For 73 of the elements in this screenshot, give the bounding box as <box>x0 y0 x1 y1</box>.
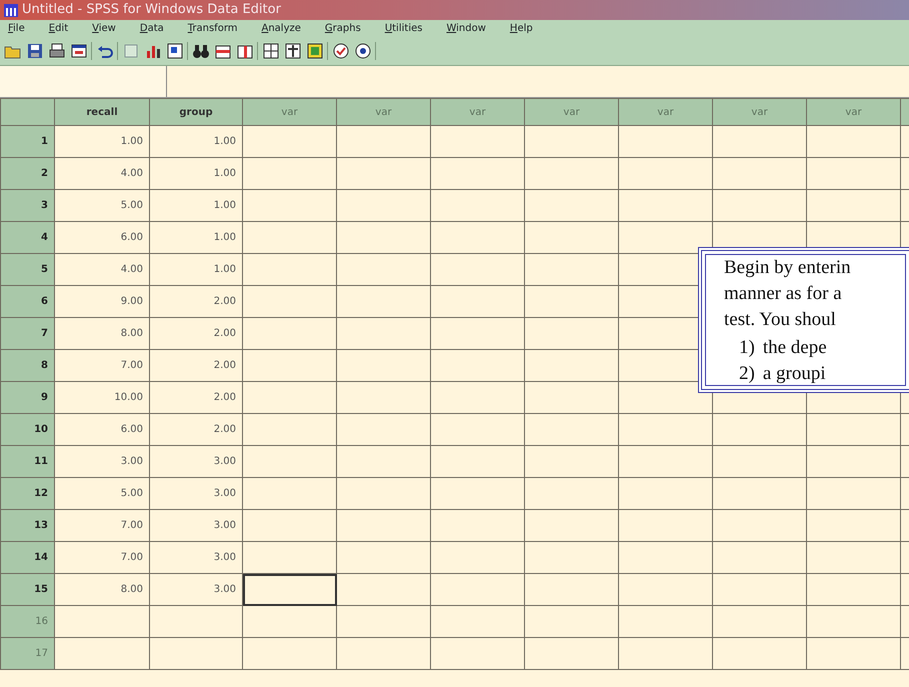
row-header[interactable]: 14 <box>0 542 54 574</box>
menu-item[interactable]: Help <box>506 20 537 37</box>
callout-text: manner as for a <box>724 282 843 306</box>
table-cell[interactable]: 3.00 <box>150 510 242 542</box>
row-header[interactable]: 3 <box>0 190 54 222</box>
table-cell[interactable]: 3.00 <box>54 446 150 478</box>
menu-item[interactable]: Edit <box>44 20 72 37</box>
table-cell[interactable]: 1.00 <box>150 158 242 190</box>
app-icon <box>4 4 18 16</box>
row-header[interactable]: 10 <box>0 414 54 446</box>
list-text: the depe <box>762 336 827 360</box>
row-header[interactable]: 2 <box>0 158 54 190</box>
table-cell[interactable]: 10.00 <box>54 382 150 414</box>
row-header[interactable]: 12 <box>0 478 54 510</box>
window-title: Untitled - SPSS for Windows Data Editor <box>22 1 281 19</box>
row-header[interactable]: 8 <box>0 350 54 382</box>
table-cell[interactable]: 3.00 <box>150 542 242 574</box>
grid-select-icon[interactable] <box>306 42 324 60</box>
table-cell[interactable]: 5.00 <box>54 478 150 510</box>
column-header[interactable]: group <box>150 98 242 126</box>
table-cell[interactable]: 5.00 <box>54 190 150 222</box>
table-cell[interactable]: 1.00 <box>150 126 242 158</box>
printer-icon[interactable] <box>48 42 66 60</box>
table-cell[interactable]: 3.00 <box>150 478 242 510</box>
callout-text: Begin by enterin <box>724 256 852 280</box>
menu-item[interactable]: Data <box>136 20 168 37</box>
active-cell[interactable] <box>242 574 336 606</box>
table-cell[interactable]: 2.00 <box>150 318 242 350</box>
table-cell[interactable]: 8.00 <box>54 574 150 606</box>
split-grid-icon[interactable] <box>262 42 280 60</box>
menu-item[interactable]: Window <box>442 20 490 37</box>
menu-item[interactable]: Graphs <box>320 20 365 37</box>
menu-item[interactable]: View <box>88 20 120 37</box>
row-header[interactable]: 9 <box>0 382 54 414</box>
table-cell[interactable]: 2.00 <box>150 350 242 382</box>
table-cell[interactable]: 1.00 <box>54 126 150 158</box>
row-header[interactable]: 1 <box>0 126 54 158</box>
column-header[interactable]: recall <box>54 98 150 126</box>
table-cell[interactable]: 4.00 <box>54 158 150 190</box>
table-cell[interactable]: 2.00 <box>150 414 242 446</box>
table-cell[interactable]: 6.00 <box>54 222 150 254</box>
row-header[interactable]: 11 <box>0 446 54 478</box>
binoculars-icon[interactable] <box>192 42 210 60</box>
row-header[interactable]: 15 <box>0 574 54 606</box>
row-header[interactable]: 5 <box>0 254 54 286</box>
table-cell[interactable]: 7.00 <box>54 542 150 574</box>
menu-item[interactable]: Transform <box>184 20 242 37</box>
table-cell[interactable]: 3.00 <box>150 446 242 478</box>
table-cell[interactable]: 2.00 <box>150 382 242 414</box>
menu-item[interactable]: File <box>4 20 29 37</box>
row-header[interactable]: 7 <box>0 318 54 350</box>
table-cell[interactable]: 1.00 <box>150 222 242 254</box>
list-marker: 1) <box>739 336 755 360</box>
table-cell[interactable]: 1.00 <box>150 254 242 286</box>
list-text: a groupi <box>762 362 826 386</box>
table-cell[interactable]: 4.00 <box>54 254 150 286</box>
menu-item[interactable]: Analyze <box>258 20 305 37</box>
cell-name-field[interactable] <box>0 66 167 97</box>
table-cell[interactable]: 9.00 <box>54 286 150 318</box>
table-cell[interactable]: 7.00 <box>54 350 150 382</box>
window-icon[interactable] <box>70 42 88 60</box>
callout-text: test. You shoul <box>724 308 837 332</box>
menu-item[interactable]: Utilities <box>380 20 426 37</box>
table-cell[interactable]: 8.00 <box>54 318 150 350</box>
row-header[interactable]: 13 <box>0 510 54 542</box>
table-cell[interactable]: 6.00 <box>54 414 150 446</box>
table-cell[interactable]: 2.00 <box>150 286 242 318</box>
row-header[interactable]: 4 <box>0 222 54 254</box>
row-header[interactable]: 6 <box>0 286 54 318</box>
table-cell[interactable]: 3.00 <box>150 574 242 606</box>
list-marker: 2) <box>739 362 755 386</box>
table-cell[interactable]: 1.00 <box>150 190 242 222</box>
table-cell[interactable]: 7.00 <box>54 510 150 542</box>
